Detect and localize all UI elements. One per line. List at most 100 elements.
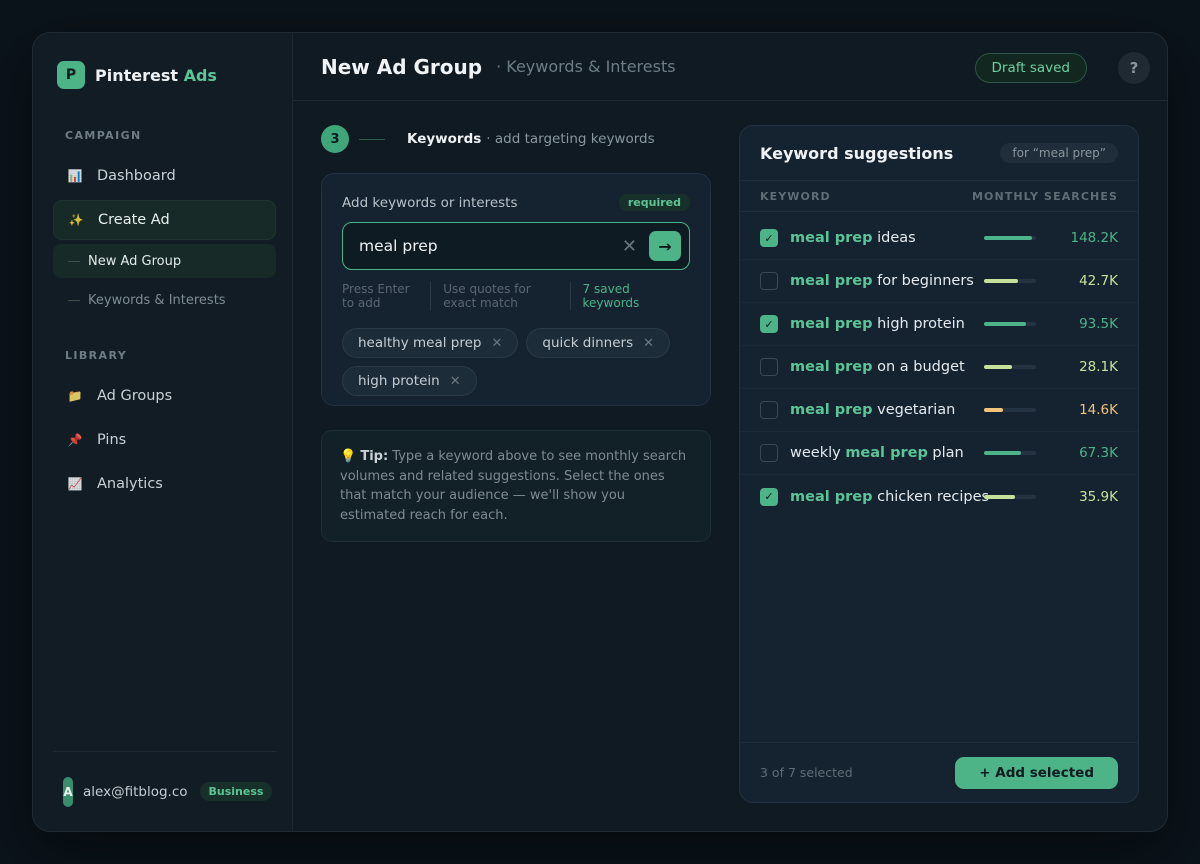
add-selected-button[interactable]: + Add selected (955, 756, 1118, 789)
app-window: P Pinterest Ads CAMPAIGN 📊 Dashboard ✨ C… (32, 32, 1168, 832)
user-email: alex@fitblog.co (83, 783, 188, 800)
keyword-chips: healthy meal prep ✕ quick dinners ✕ high… (342, 328, 690, 396)
search-volume-bar-fill (984, 451, 1022, 455)
close-icon[interactable]: ✕ (643, 336, 654, 351)
user-profile[interactable]: A alex@fitblog.co Business (53, 751, 276, 831)
chip-label: quick dinners (542, 335, 634, 351)
keyword-highlight: meal prep (790, 316, 873, 332)
sidebar-subitem-keywords-interests[interactable]: Keywords & Interests (53, 283, 276, 317)
close-icon[interactable]: ✕ (491, 336, 502, 351)
lightbulb-icon: 💡 (340, 449, 357, 464)
keyword-chip[interactable]: healthy meal prep ✕ (342, 328, 519, 358)
page-title: New Ad Group (321, 54, 483, 79)
sidebar-item-analytics[interactable]: 📈 Analytics (53, 464, 276, 504)
hint-enter: Press Enter to add (342, 282, 410, 310)
brand-name-accent: Ads (183, 65, 217, 85)
suggestion-keyword: weekly meal prep plan (790, 445, 984, 461)
suggestion-keyword: meal prep on a budget (790, 359, 984, 375)
suggestion-row[interactable]: ✓ meal prep high protein 93.5K (740, 303, 1138, 346)
required-badge: required (618, 194, 690, 211)
suggestion-row[interactable]: ✓ meal prep ideas 148.2K (740, 217, 1138, 260)
keyword-input[interactable] (359, 237, 589, 255)
step-number: 3 (321, 125, 349, 153)
search-volume-bar (984, 451, 1036, 455)
keyword-hints: Press Enter to add Use quotes for exact … (342, 282, 690, 310)
bar-chart-icon: 📊 (67, 169, 83, 183)
suggestion-checkbox[interactable]: ✓ (760, 487, 778, 506)
close-icon[interactable]: ✕ (450, 374, 461, 389)
sub-item-dash (68, 299, 80, 301)
brand-name: Pinterest Ads (95, 66, 217, 85)
query-badge: for “meal prep” (1000, 143, 1118, 163)
suggestion-checkbox[interactable]: ✓ (760, 229, 778, 247)
keyword-chip[interactable]: high protein ✕ (342, 366, 477, 396)
suggestion-checkbox[interactable] (760, 444, 778, 462)
section-label-library: LIBRARY (65, 349, 128, 362)
suggestion-list: ✓ meal prep ideas 148.2K meal prep for begi… (740, 212, 1138, 518)
submit-keyword-button[interactable]: → (649, 231, 681, 261)
keyword-input-label: Add keywords or interests (342, 194, 518, 211)
keyword-chip[interactable]: quick dinners ✕ (526, 328, 671, 358)
keyword-highlight: meal prep (790, 488, 873, 505)
sidebar-item-label: Create Ad (98, 212, 170, 228)
column-monthly-searches: MONTHLY SEARCHES (971, 189, 1118, 203)
monthly-searches-value: 42.7K (1079, 273, 1118, 289)
keyword-suffix: on a budget (872, 359, 965, 375)
suggestion-checkbox[interactable]: ✓ (760, 315, 778, 333)
suggestion-keyword: meal prep for beginners (790, 273, 984, 289)
keyword-suffix: high protein (872, 316, 965, 332)
keyword-highlight: meal prep (790, 230, 873, 246)
sidebar-item-ad-groups[interactable]: 📁 Ad Groups (53, 376, 276, 416)
help-button[interactable]: ? (1118, 52, 1150, 84)
hint-quotes: Use quotes for exact match (430, 282, 569, 310)
section-label-campaign: CAMPAIGN (65, 129, 142, 142)
suggestion-row[interactable]: ✓ meal prep chicken recipes 35.9K (740, 475, 1138, 518)
keyword-highlight: meal prep (790, 273, 873, 289)
suggestion-checkbox[interactable] (760, 401, 778, 419)
search-volume-bar-fill (984, 365, 1013, 369)
step-connector (359, 138, 385, 140)
tip-text: Type a keyword above to see monthly sear… (340, 449, 687, 523)
search-volume-bar-fill (984, 279, 1019, 283)
suggestion-row[interactable]: meal prep on a budget 28.1K (740, 346, 1138, 389)
search-volume-bar (984, 494, 1036, 499)
keyword-highlight: meal prep (790, 359, 873, 375)
keyword-highlight: meal prep (790, 402, 873, 418)
brand-name-text: Pinterest (95, 65, 179, 85)
sidebar-item-pins[interactable]: 📌 Pins (53, 420, 276, 460)
search-volume-bar-fill (984, 494, 1016, 499)
suggestion-row[interactable]: weekly meal prep plan 67.3K (740, 432, 1138, 475)
suggestion-row[interactable]: meal prep vegetarian 14.6K (740, 389, 1138, 432)
search-volume-bar (984, 322, 1036, 326)
suggestion-row[interactable]: meal prep for beginners 42.7K (740, 260, 1138, 303)
suggestions-title: Keyword suggestions (760, 143, 954, 163)
sidebar-subitem-new-ad-group[interactable]: New Ad Group (53, 244, 276, 278)
sidebar-subitem-label: New Ad Group (88, 253, 182, 269)
sidebar-item-create-ad[interactable]: ✨ Create Ad (53, 200, 276, 240)
monthly-searches-value: 148.2K (1070, 230, 1118, 246)
monthly-searches-value: 93.5K (1079, 316, 1118, 332)
clear-input-icon[interactable]: ✕ (622, 236, 637, 257)
tip-box: 💡 Tip: Type a keyword above to see month… (321, 430, 711, 542)
suggestion-checkbox[interactable] (760, 272, 778, 290)
monthly-searches-value: 67.3K (1079, 445, 1118, 461)
trend-chart-icon: 📈 (67, 477, 83, 491)
saved-keywords-link[interactable]: 7 saved keywords (569, 282, 690, 310)
sparkles-icon: ✨ (68, 213, 84, 227)
suggestion-checkbox[interactable] (760, 358, 778, 376)
page-subtitle: · Keywords & Interests (496, 57, 676, 76)
step-indicator: 3 Keywords · add targeting keywords (321, 125, 655, 153)
sidebar-subitem-label: Keywords & Interests (88, 292, 226, 308)
page-header: New Ad Group · Keywords & Interests Draf… (293, 33, 1167, 101)
plan-badge: Business (199, 782, 273, 801)
step-title: Keywords (407, 131, 482, 147)
sidebar-item-label: Analytics (97, 476, 163, 492)
sub-item-dash (68, 260, 80, 262)
selected-count: 3 of 7 selected (760, 765, 853, 780)
suggestion-keyword: meal prep vegetarian (790, 402, 984, 418)
suggestion-keyword: meal prep ideas (790, 230, 984, 246)
sidebar-item-dashboard[interactable]: 📊 Dashboard (53, 156, 276, 196)
brand[interactable]: P Pinterest Ads (57, 61, 276, 89)
search-volume-bar (984, 279, 1036, 283)
keyword-suffix: plan (927, 445, 964, 461)
